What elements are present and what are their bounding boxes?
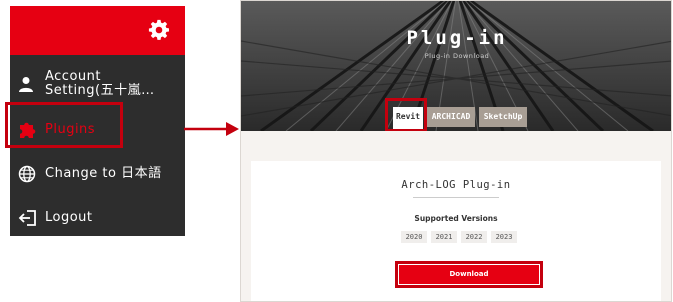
version-badge: 2020	[401, 231, 427, 243]
revit-highlight-box	[385, 98, 427, 131]
page-subtitle: Plug-in Download	[424, 52, 490, 60]
menu-item-account-setting[interactable]: Account Setting(五十嵐…	[10, 62, 185, 106]
plugin-page: Plug-in Plug-in Download Revit ARCHICAD …	[240, 0, 672, 302]
download-button[interactable]: Download	[399, 265, 539, 284]
version-badge: 2022	[461, 231, 487, 243]
menu-item-label: Logout	[45, 210, 93, 225]
logout-icon	[18, 210, 36, 226]
hero-banner: Plug-in Plug-in Download Revit ARCHICAD …	[241, 1, 671, 131]
plugin-card: Arch-LOG Plug-in Supported Versions 2020…	[251, 161, 661, 301]
gear-icon[interactable]	[148, 19, 170, 41]
version-badge: 2021	[431, 231, 457, 243]
arrow-right-icon	[184, 122, 239, 136]
menu-item-change-language[interactable]: Change to 日本語	[10, 152, 185, 196]
menu-item-label: Account Setting(五十嵐…	[45, 69, 155, 98]
menu-item-label: Change to 日本語	[45, 166, 162, 181]
version-badge: 2023	[491, 231, 517, 243]
title-underline	[413, 197, 499, 198]
tab-sketchup[interactable]: SketchUp	[479, 107, 527, 127]
plugins-highlight-box	[5, 102, 123, 148]
menu-item-logout[interactable]: Logout	[10, 196, 185, 240]
menu-header	[10, 6, 185, 55]
plugin-title: Arch-LOG Plug-in	[401, 179, 511, 191]
supported-versions-label: Supported Versions	[414, 214, 498, 223]
page-title: Plug-in	[406, 27, 508, 49]
globe-icon	[18, 165, 36, 183]
tab-archicad[interactable]: ARCHICAD	[427, 107, 475, 127]
user-icon	[19, 77, 33, 92]
